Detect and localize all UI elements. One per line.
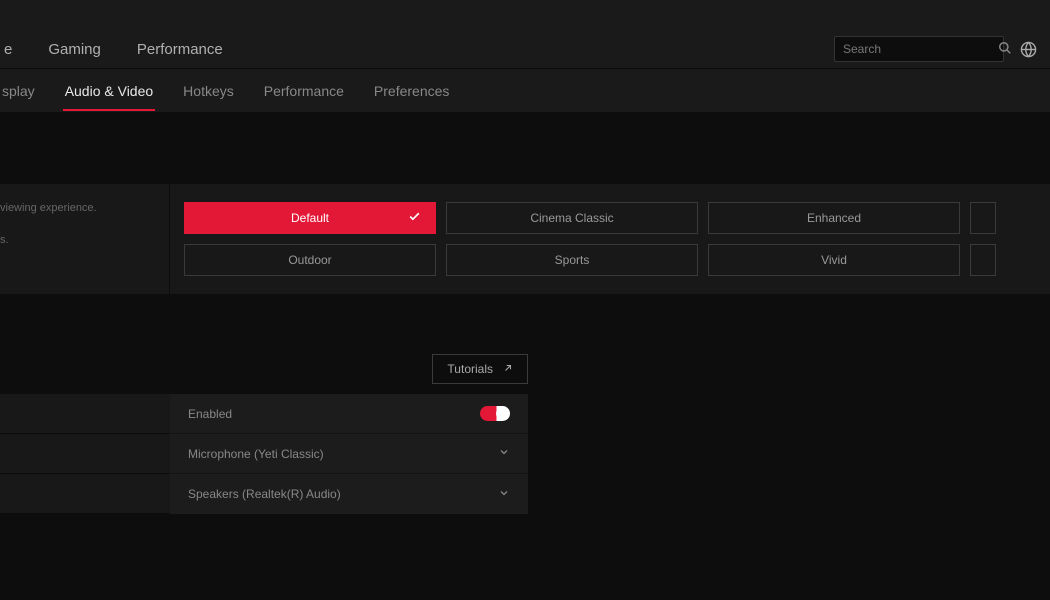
external-link-icon: [503, 362, 513, 376]
nav-item-gaming[interactable]: Gaming: [44, 31, 105, 68]
preset-desc-line1: viewing experience.: [0, 202, 155, 214]
audio-enabled-label: Enabled: [188, 407, 232, 421]
nav-item-performance[interactable]: Performance: [133, 31, 227, 68]
audio-enabled-toggle[interactable]: [480, 406, 510, 421]
main-nav: e Gaming Performance: [0, 30, 1050, 68]
microphone-row[interactable]: Microphone (Yeti Classic): [170, 434, 528, 474]
preset-sports[interactable]: Sports: [446, 244, 698, 276]
speakers-row[interactable]: Speakers (Realtek(R) Audio): [170, 474, 528, 514]
tab-performance[interactable]: Performance: [262, 71, 346, 110]
preset-label: Default: [291, 211, 329, 225]
preset-cinema-classic[interactable]: Cinema Classic: [446, 202, 698, 234]
microphone-label: Microphone (Yeti Classic): [188, 447, 324, 461]
globe-icon[interactable]: [1018, 39, 1038, 59]
preset-outdoor[interactable]: Outdoor: [184, 244, 436, 276]
preset-label: Cinema Classic: [530, 211, 613, 225]
preset-vivid[interactable]: Vivid: [708, 244, 960, 276]
preset-description: viewing experience. s.: [0, 184, 170, 294]
search-box[interactable]: [834, 36, 1004, 62]
preset-partial-1[interactable]: [970, 202, 996, 234]
preset-section: viewing experience. s. Default Cinema Cl…: [0, 184, 1050, 294]
tab-hotkeys[interactable]: Hotkeys: [181, 71, 236, 110]
tab-audio-video[interactable]: Audio & Video: [63, 71, 155, 110]
chevron-down-icon: [498, 446, 510, 461]
preset-default[interactable]: Default: [184, 202, 436, 234]
preset-desc-line2: s.: [0, 234, 155, 246]
tab-display-partial[interactable]: splay: [0, 71, 37, 110]
audio-enabled-row: Enabled: [170, 394, 528, 434]
preset-label: Sports: [555, 253, 590, 267]
search-icon: [998, 41, 1012, 58]
preset-partial-2[interactable]: [970, 244, 996, 276]
title-bar: [0, 0, 1050, 30]
search-input[interactable]: [843, 42, 998, 56]
audio-settings-panel: Enabled Microphone (Yeti Classic) Speake…: [170, 394, 528, 514]
tutorials-label: Tutorials: [447, 362, 493, 376]
tutorials-button[interactable]: Tutorials: [432, 354, 528, 384]
preset-enhanced[interactable]: Enhanced: [708, 202, 960, 234]
preset-label: Outdoor: [288, 253, 331, 267]
sub-nav: splay Audio & Video Hotkeys Performance …: [0, 68, 1050, 112]
check-icon: [408, 210, 421, 226]
nav-item-home-partial[interactable]: e: [0, 31, 16, 68]
preset-label: Enhanced: [807, 211, 861, 225]
preset-grid: Default Cinema Classic Enhanced Outdoor …: [170, 184, 1050, 294]
chevron-down-icon: [498, 487, 510, 502]
speakers-label: Speakers (Realtek(R) Audio): [188, 487, 341, 501]
preset-label: Vivid: [821, 253, 847, 267]
audio-section-sidebar: [0, 394, 170, 514]
tab-preferences[interactable]: Preferences: [372, 71, 451, 110]
